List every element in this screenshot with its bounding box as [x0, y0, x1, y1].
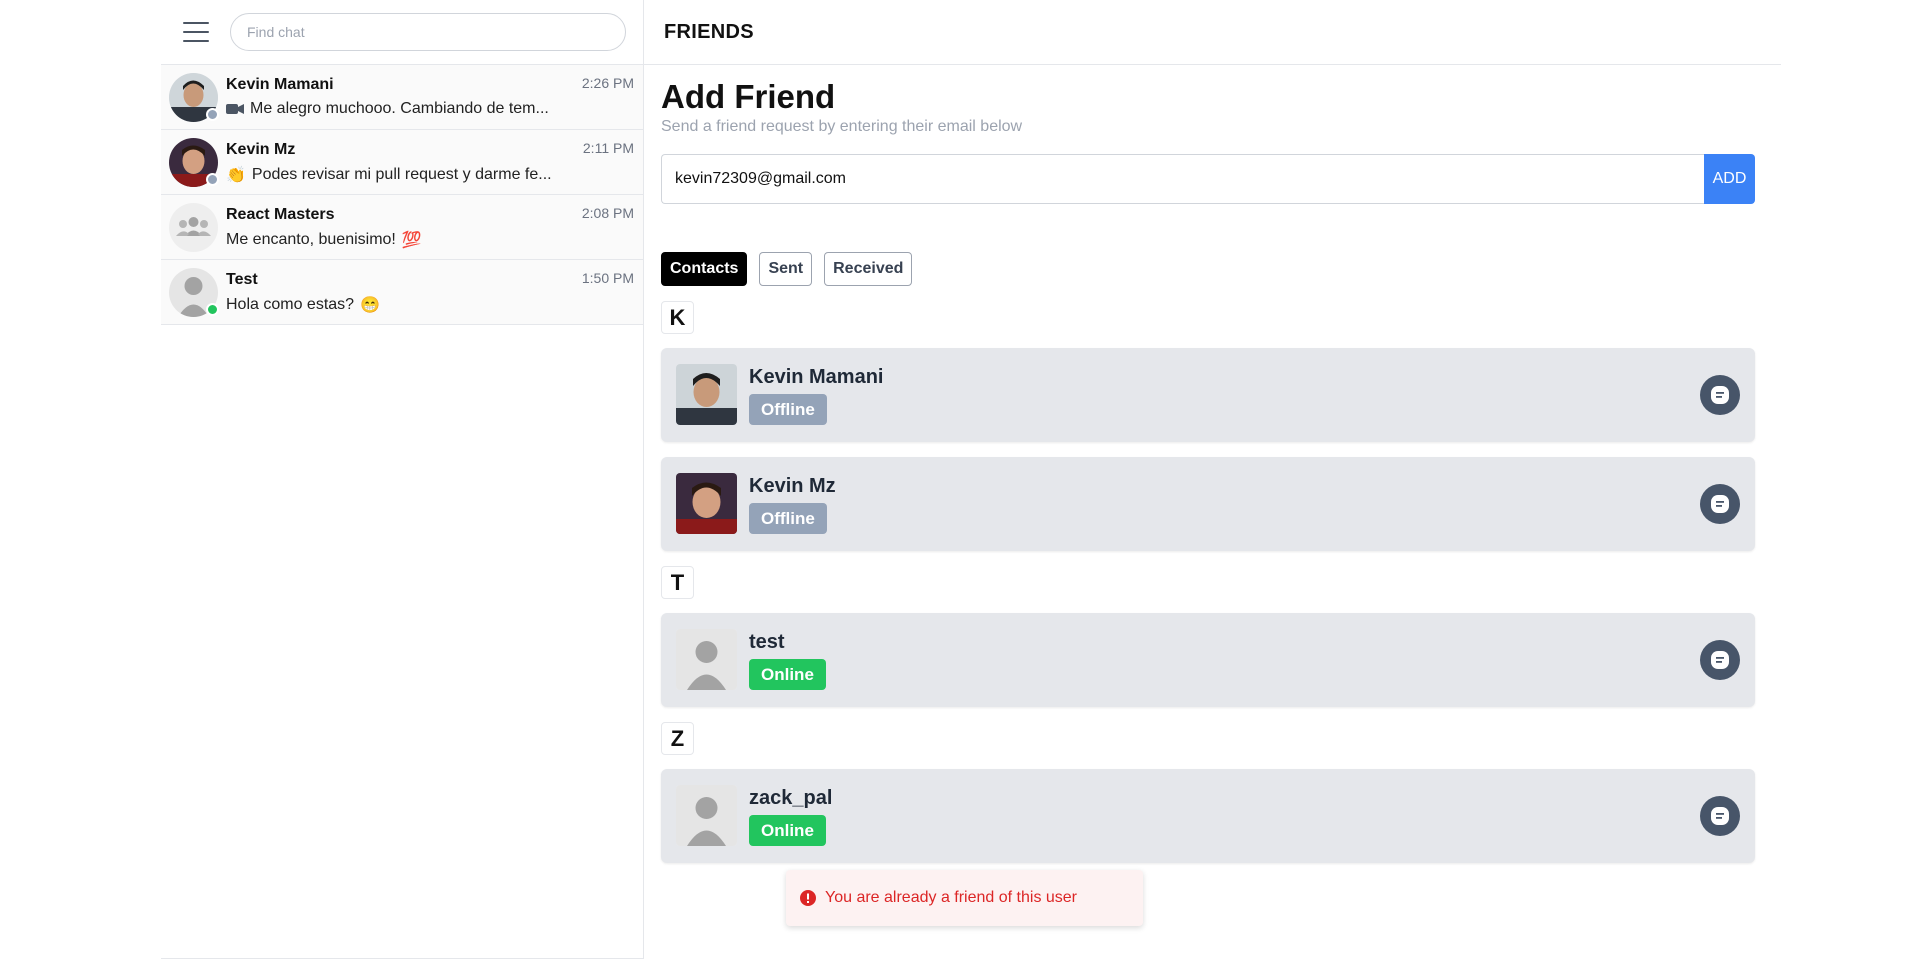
friend-email-input[interactable] [661, 154, 1704, 204]
chat-last-message: Hola como estas? 😁 [226, 295, 380, 315]
find-chat-input[interactable] [230, 13, 626, 51]
chat-time: 2:08 PM [581, 205, 634, 221]
chat-bubble-icon [1711, 807, 1729, 825]
message-button[interactable] [1700, 640, 1740, 680]
chat-time: 2:11 PM [582, 140, 634, 156]
contact-card-kevin-mamani: Kevin Mamani Offline [661, 348, 1755, 442]
chat-name: Kevin Mz [226, 141, 296, 158]
chat-time: 1:50 PM [581, 270, 634, 286]
tab-contacts[interactable]: Contacts [661, 252, 748, 286]
chat-name: React Masters [226, 206, 335, 223]
chat-item-test[interactable]: Test 1:50 PM Hola como estas? 😁 [161, 260, 643, 325]
page-title: FRIENDS [664, 20, 754, 43]
contact-card-zack-pal: zack_pal Online [661, 769, 1755, 863]
friends-panel: FRIENDS Add Friend Send a friend request… [644, 0, 1781, 959]
error-icon [800, 890, 816, 906]
status-badge: Offline [749, 394, 827, 425]
group-letter-k: K [661, 301, 694, 334]
status-badge: Online [749, 815, 826, 846]
chat-message-text: Podes revisar mi pull request y darme fe… [251, 166, 552, 183]
contact-name: Kevin Mamani [749, 366, 884, 388]
chat-message-text: Hola como estas? [226, 296, 355, 313]
video-camera-icon [226, 104, 244, 114]
chat-item-kevin-mz[interactable]: Kevin Mz 2:11 PM 👏 Podes revisar mi pull… [161, 130, 643, 195]
avatar [676, 364, 737, 425]
message-button[interactable] [1700, 796, 1740, 836]
status-badge: Offline [749, 503, 827, 534]
main-header: FRIENDS [644, 0, 1781, 65]
add-friend-form: ADD [661, 154, 1755, 204]
contact-name: test [749, 631, 785, 653]
sidebar: Kevin Mamani 2:26 PM Me alegro muchooo. … [161, 0, 644, 959]
app: Kevin Mamani 2:26 PM Me alegro muchooo. … [161, 0, 1781, 959]
friends-tabs: Contacts Sent Received [661, 252, 1755, 286]
sidebar-header [161, 0, 643, 65]
chat-last-message: Me alegro muchooo. Cambiando de tem... [226, 100, 549, 118]
chat-bubble-icon [1711, 386, 1729, 404]
contact-name: zack_pal [749, 787, 833, 809]
clap-emoji: 👏 [226, 167, 246, 184]
toast-message: You are already a friend of this user [825, 889, 1078, 906]
chat-last-message: 👏 Podes revisar mi pull request y darme … [226, 165, 552, 185]
chat-last-message: Me encanto, buenisimo! 💯 [226, 230, 422, 250]
message-button[interactable] [1700, 375, 1740, 415]
avatar [676, 473, 737, 534]
group-icon [169, 203, 218, 252]
message-button[interactable] [1700, 484, 1740, 524]
chat-time: 2:26 PM [581, 75, 634, 91]
tab-received[interactable]: Received [824, 252, 913, 286]
chat-message-text: Me encanto, buenisimo! [226, 231, 396, 248]
tab-sent[interactable]: Sent [759, 252, 813, 286]
add-friend-button[interactable]: ADD [1704, 154, 1755, 204]
add-friend-subtitle: Send a friend request by entering their … [661, 118, 1023, 135]
chat-item-kevin-mamani[interactable]: Kevin Mamani 2:26 PM Me alegro muchooo. … [161, 65, 643, 130]
chat-bubble-icon [1711, 651, 1729, 669]
chat-name: Kevin Mamani [226, 76, 334, 93]
chat-message-text: Me alegro muchooo. Cambiando de tem... [250, 100, 549, 117]
status-online-dot [206, 303, 219, 316]
contact-card-test: test Online [661, 613, 1755, 707]
friends-content: Add Friend Send a friend request by ente… [661, 78, 1755, 863]
status-badge: Online [749, 659, 826, 690]
chat-bubble-icon [1711, 495, 1729, 513]
error-toast: You are already a friend of this user [786, 870, 1143, 926]
chat-item-react-masters[interactable]: React Masters 2:08 PM Me encanto, buenis… [161, 195, 643, 260]
grin-emoji: 😁 [360, 297, 380, 314]
status-offline-dot [206, 108, 219, 121]
avatar [676, 629, 737, 690]
contact-card-kevin-mz: Kevin Mz Offline [661, 457, 1755, 551]
group-letter-t: T [661, 566, 694, 599]
add-friend-title: Add Friend [661, 78, 836, 115]
hamburger-menu-icon[interactable] [183, 22, 209, 42]
chat-name: Test [226, 271, 258, 288]
avatar [676, 785, 737, 846]
hundred-emoji: 💯 [401, 232, 422, 249]
contact-name: Kevin Mz [749, 475, 836, 497]
status-offline-dot [206, 173, 219, 186]
group-letter-z: Z [661, 722, 694, 755]
